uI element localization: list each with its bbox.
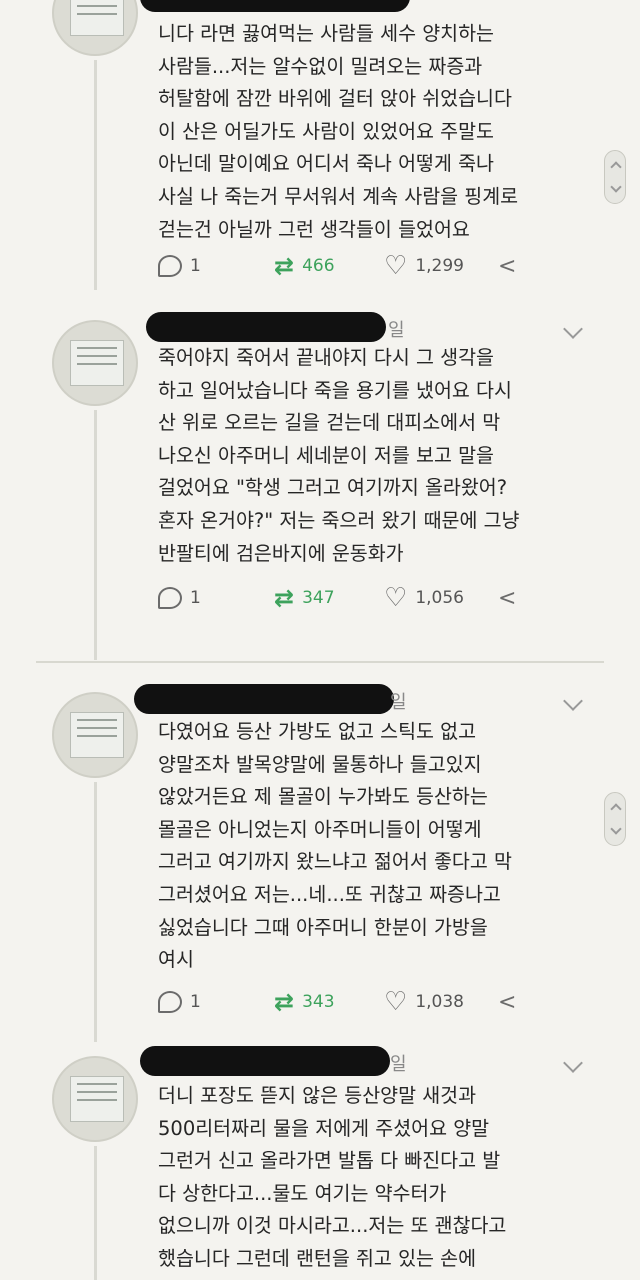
redacted-username — [134, 684, 394, 714]
thread-line — [94, 1146, 97, 1280]
tweet-date: 일 — [390, 692, 407, 713]
like-button[interactable]: ♡ 1,056 — [384, 582, 464, 614]
avatar[interactable] — [52, 0, 138, 56]
share-icon: < — [498, 585, 517, 611]
tweet-actions: 1 ⇄ 347 ♡ 1,056 < — [158, 582, 538, 614]
retweet-count: 347 — [302, 588, 335, 608]
like-count: 1,056 — [415, 588, 464, 608]
share-button[interactable]: < — [498, 250, 516, 282]
tweet-actions: 1 ⇄ 343 ♡ 1,038 < — [158, 986, 538, 1018]
tweet-line: 했습니다 그런데 랜턴을 쥐고 있는 손에 — [158, 1246, 477, 1270]
retweet-icon: ⇄ — [274, 584, 295, 612]
scroll-handle[interactable] — [604, 150, 626, 204]
redacted-username — [140, 0, 410, 12]
retweet-button[interactable]: ⇄ 466 — [274, 250, 335, 282]
tweet-line: 반팔티에 검은바지에 운동화가 — [158, 541, 404, 565]
tweet-text: 니다 라면 끓여먹는 사람들 세수 양치하는 사람들...저는 알수없이 밀려오… — [158, 18, 598, 246]
like-button[interactable]: ♡ 1,299 — [384, 250, 464, 282]
tweet-line: 않았거든요 제 몰골이 누가봐도 등산하는 — [158, 785, 488, 809]
like-button[interactable]: ♡ 1,038 — [384, 986, 464, 1018]
tweet-line: 다였어요 등산 가방도 없고 스틱도 없고 — [158, 720, 477, 743]
tweet-line: 사실 나 죽는거 무서워서 계속 사람을 핑계로 — [158, 184, 519, 208]
tweet-line: 이 산은 어딜가도 사람이 있었어요 주말도 — [158, 119, 494, 143]
chevron-down-icon[interactable] — [563, 319, 583, 339]
reply-button[interactable]: 1 — [158, 582, 201, 614]
reply-button[interactable]: 1 — [158, 986, 201, 1018]
retweet-count: 466 — [302, 256, 335, 276]
tweet-line: 혼자 온거야?" 저는 죽으러 왔기 때문에 그냥 — [158, 508, 520, 532]
chevron-down-icon[interactable] — [563, 691, 583, 711]
tweet-line: 양말조차 발목양말에 물통하나 들고있지 — [158, 752, 482, 776]
thread-line — [94, 60, 97, 290]
tweet-line: 없으니까 이것 마시라고...저는 또 괜찮다고 — [158, 1214, 507, 1238]
heart-icon: ♡ — [384, 251, 408, 281]
tweet-line: 하고 일어났습니다 죽을 용기를 냈어요 다시 — [158, 378, 512, 402]
tweet-line: 사람들...저는 알수없이 밀려오는 짜증과 — [158, 54, 483, 78]
reply-icon — [158, 255, 182, 277]
tweet-actions: 1 ⇄ 466 ♡ 1,299 < — [158, 250, 538, 282]
avatar[interactable] — [52, 692, 138, 778]
tweet-line: 걷는건 아닐까 그런 생각들이 들었어요 — [158, 217, 470, 241]
like-count: 1,038 — [415, 992, 464, 1012]
retweet-count: 343 — [302, 992, 335, 1012]
tweet-line: 그러고 여기까지 왔느냐고 젊어서 좋다고 막 — [158, 850, 512, 874]
retweet-button[interactable]: ⇄ 347 — [274, 582, 335, 614]
tweet-line: 더니 포장도 뜯지 않은 등산양말 새것과 — [158, 1084, 477, 1107]
tweet-date: 일 — [390, 1054, 407, 1075]
heart-icon: ♡ — [384, 583, 408, 613]
thread-line — [94, 782, 97, 1042]
like-count: 1,299 — [415, 256, 464, 276]
avatar[interactable] — [52, 1056, 138, 1142]
avatar[interactable] — [52, 320, 138, 406]
redacted-username — [140, 1046, 390, 1076]
tweet-line: 싫었습니다 그때 아주머니 한분이 가방을 — [158, 915, 488, 939]
tweet-text: 더니 포장도 뜯지 않은 등산양말 새것과 500리터짜리 물을 저에게 주셨어… — [158, 1080, 598, 1276]
tweet-line: 그러셨어요 저는...네...또 귀찮고 짜증나고 — [158, 882, 501, 906]
reply-button[interactable]: 1 — [158, 250, 201, 282]
reply-icon — [158, 991, 182, 1013]
heart-icon: ♡ — [384, 987, 408, 1017]
scroll-handle[interactable] — [604, 792, 626, 846]
tweet-line: 허탈함에 잠깐 바위에 걸터 앉아 쉬었습니다 — [158, 87, 512, 111]
chevron-down-icon[interactable] — [563, 1053, 583, 1073]
retweet-button[interactable]: ⇄ 343 — [274, 986, 335, 1018]
reply-count: 1 — [190, 992, 201, 1012]
tweet-line: 걸었어요 "학생 그러고 여기까지 올라왔어? — [158, 476, 508, 500]
tweet-line: 나오신 아주머니 세네분이 저를 보고 말을 — [158, 443, 494, 467]
tweet-line: 아닌데 말이예요 어디서 죽나 어떻게 죽나 — [158, 152, 494, 176]
share-button[interactable]: < — [498, 986, 516, 1018]
reply-icon — [158, 587, 182, 609]
tweet-line: 니다 라면 끓여먹는 사람들 세수 양치하는 — [158, 22, 494, 45]
share-icon: < — [498, 253, 517, 279]
tweet-line: 여시 — [158, 948, 194, 972]
reply-count: 1 — [190, 588, 201, 608]
tweet-line: 죽어야지 죽어서 끝내야지 다시 그 생각을 — [158, 346, 494, 369]
tweet-text: 죽어야지 죽어서 끝내야지 다시 그 생각을 하고 일어났습니다 죽을 용기를 … — [158, 342, 598, 570]
tweet-date: 일 — [388, 320, 405, 341]
tweet-text: 다였어요 등산 가방도 없고 스틱도 없고 양말조차 발목양말에 물통하나 들고… — [158, 716, 598, 977]
reply-count: 1 — [190, 256, 201, 276]
redacted-username — [146, 312, 386, 342]
share-button[interactable]: < — [498, 582, 516, 614]
divider — [36, 661, 604, 663]
tweet-line: 500리터짜리 물을 저에게 주셨어요 양말 — [158, 1116, 490, 1140]
tweet-line: 몰골은 아니었는지 아주머니들이 어떻게 — [158, 817, 482, 841]
retweet-icon: ⇄ — [274, 988, 295, 1016]
tweet-line: 그런거 신고 올라가면 발톱 다 빠진다고 발 — [158, 1149, 501, 1173]
retweet-icon: ⇄ — [274, 252, 295, 280]
tweet-line: 산 위로 오르는 길을 걷는데 대피소에서 막 — [158, 411, 501, 435]
thread-line — [94, 410, 97, 660]
tweet-line: 다 상한다고...물도 여기는 약수터가 — [158, 1181, 447, 1205]
share-icon: < — [498, 989, 517, 1015]
